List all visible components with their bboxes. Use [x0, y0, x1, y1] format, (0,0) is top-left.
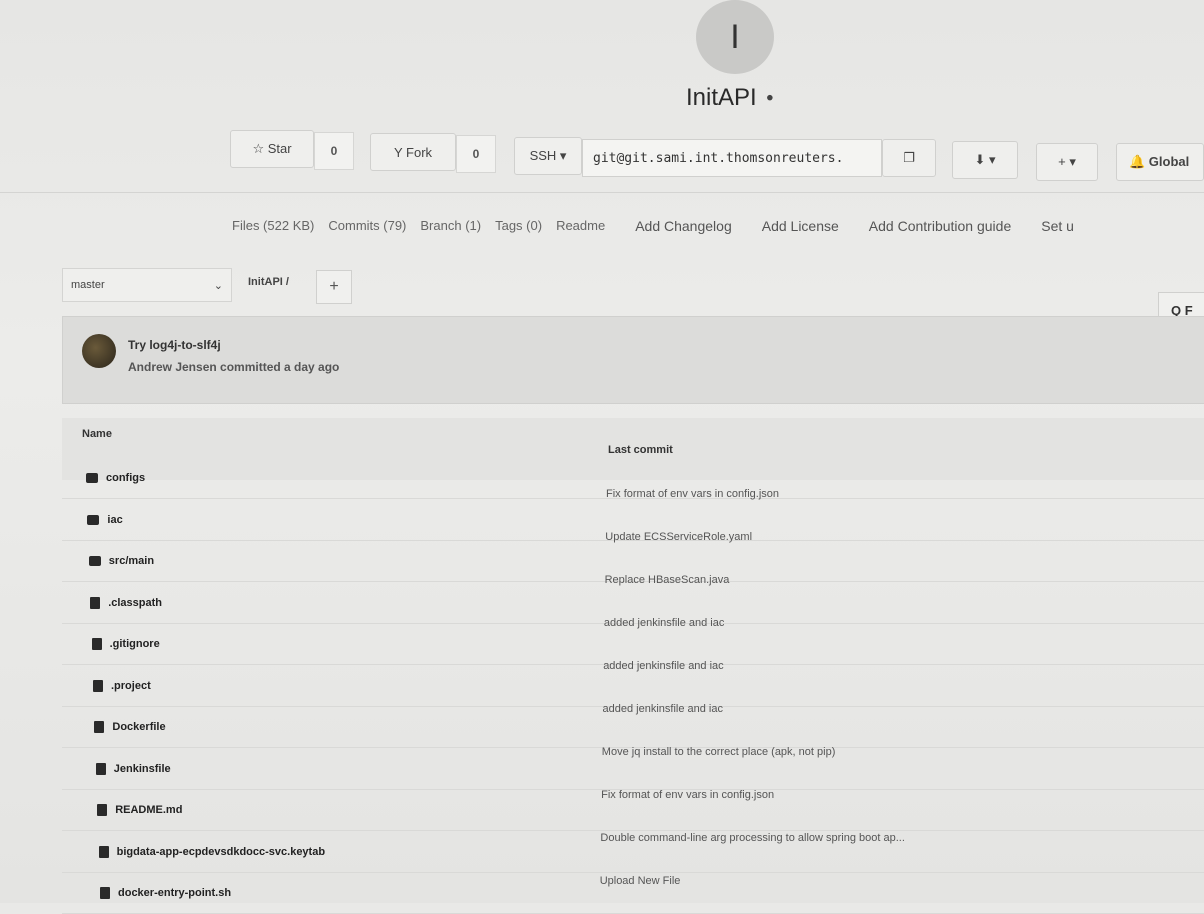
- column-header-name: Name: [82, 428, 112, 440]
- protocol-label: SSH ▾: [529, 148, 567, 163]
- file-name-link[interactable]: src/main: [88, 555, 155, 567]
- file-icon: [98, 845, 109, 858]
- project-avatar-letter: I: [730, 17, 740, 56]
- tab-tags[interactable]: Tags (0): [495, 218, 542, 234]
- bell-icon: 🔔 Global: [1129, 154, 1190, 169]
- last-commit-link[interactable]: added jenkinsfile and iac: [603, 703, 723, 715]
- file-name-link[interactable]: iac: [87, 513, 123, 526]
- clone-url-input[interactable]: git@git.sami.int.thomsonreuters.: [582, 139, 882, 177]
- file-name-link[interactable]: Dockerfile: [94, 721, 166, 733]
- file-name: README.md: [115, 804, 183, 816]
- add-dropdown[interactable]: + ▾: [1036, 143, 1098, 181]
- fork-label: Y Fork: [393, 144, 433, 160]
- add-file-button[interactable]: +: [316, 270, 352, 304]
- download-icon: ⬇ ▾: [974, 152, 996, 167]
- file-name-link[interactable]: Jenkinsfile: [95, 762, 171, 775]
- star-count-value: 0: [330, 144, 338, 158]
- notification-dropdown[interactable]: 🔔 Global: [1116, 143, 1204, 181]
- file-name: configs: [106, 472, 146, 484]
- fork-count[interactable]: 0: [456, 135, 496, 173]
- project-title: InitAPI ⚫: [686, 84, 775, 112]
- file-name-link[interactable]: README.md: [97, 804, 182, 816]
- folder-icon: [88, 556, 101, 566]
- file-name-link[interactable]: configs: [86, 472, 145, 484]
- tab-commits[interactable]: Commits (79): [328, 218, 406, 234]
- column-header-last-commit: Last commit: [608, 444, 673, 456]
- clone-url-text: git@git.sami.int.thomsonreuters.: [593, 150, 844, 166]
- file-name: docker-entry-point.sh: [118, 887, 232, 899]
- file-name: Dockerfile: [112, 721, 166, 733]
- copy-url-button[interactable]: ❐: [882, 139, 936, 177]
- lock-icon: ⚫: [764, 91, 775, 105]
- file-icon: [100, 887, 110, 899]
- last-commit-link[interactable]: Fix format of env vars in config.json: [606, 488, 779, 500]
- table-row-divider: [62, 830, 1204, 831]
- star-label: ☆ Star: [252, 141, 292, 156]
- star-count[interactable]: 0: [314, 132, 354, 170]
- last-commit-link[interactable]: Move jq install to the correct place (ap…: [602, 746, 836, 758]
- file-name: iac: [107, 513, 123, 526]
- file-name-link[interactable]: .gitignore: [91, 638, 160, 650]
- last-commit-link[interactable]: Update ECSServiceRole.yaml: [605, 531, 752, 543]
- file-icon: [90, 596, 101, 609]
- last-commit-link[interactable]: added jenkinsfile and iac: [603, 660, 723, 672]
- add-contribution-link[interactable]: Add Contribution guide: [869, 218, 1011, 234]
- set-up-link[interactable]: Set u: [1041, 218, 1074, 234]
- download-dropdown[interactable]: ⬇ ▾: [952, 141, 1018, 179]
- folder-icon: [86, 473, 98, 483]
- last-commit-link[interactable]: Replace HBaseScan.java: [605, 574, 730, 586]
- project-avatar: I: [696, 0, 774, 74]
- project-nav: Files (522 KB) Commits (79) Branch (1) T…: [232, 218, 1074, 234]
- file-name-link[interactable]: .classpath: [90, 596, 162, 609]
- file-name: .classpath: [108, 596, 162, 609]
- last-commit-link[interactable]: Fix format of env vars in config.json: [601, 789, 774, 801]
- file-icon: [95, 762, 106, 775]
- file-icon: [94, 721, 105, 733]
- project-name: InitAPI: [686, 84, 757, 111]
- header-divider: [0, 192, 1204, 193]
- plus-icon: +: [329, 278, 339, 295]
- last-commit-link[interactable]: Double command-line arg processing to al…: [600, 832, 905, 844]
- file-name: .gitignore: [109, 638, 160, 650]
- file-icon: [93, 679, 103, 692]
- file-name-link[interactable]: .project: [93, 679, 151, 692]
- star-button[interactable]: ☆ Star: [230, 130, 314, 168]
- last-commit-link[interactable]: Upload New File: [600, 875, 681, 887]
- file-name: bigdata-app-ecpdevsdkdocc-svc.keytab: [116, 845, 326, 858]
- commit-title[interactable]: Try log4j-to-slf4j: [128, 338, 221, 352]
- add-changelog-link[interactable]: Add Changelog: [635, 218, 732, 234]
- folder-icon: [87, 514, 100, 525]
- fork-button[interactable]: Y Fork: [370, 133, 456, 171]
- copy-icon: ❐: [903, 150, 915, 165]
- fork-count-value: 0: [472, 147, 480, 161]
- file-icon: [91, 638, 102, 650]
- file-name: .project: [111, 679, 151, 692]
- tab-readme[interactable]: Readme: [556, 218, 605, 234]
- file-name-link[interactable]: docker-entry-point.sh: [100, 887, 231, 899]
- file-name-link[interactable]: bigdata-app-ecpdevsdkdocc-svc.keytab: [98, 845, 326, 858]
- file-name: src/main: [108, 555, 155, 567]
- tab-branch[interactable]: Branch (1): [420, 218, 481, 234]
- tab-files[interactable]: Files (522 KB): [232, 218, 314, 234]
- file-icon: [97, 804, 108, 816]
- last-commit-link[interactable]: added jenkinsfile and iac: [604, 617, 724, 629]
- add-license-link[interactable]: Add License: [762, 218, 839, 234]
- protocol-dropdown[interactable]: SSH ▾: [514, 137, 582, 175]
- chevron-down-icon: ⌄: [213, 279, 223, 292]
- branch-dropdown[interactable]: master ⌄: [62, 268, 232, 302]
- file-name: Jenkinsfile: [113, 762, 171, 775]
- project-page: I InitAPI ⚫ ☆ Star 0 Y Fork 0 SSH ▾ git@…: [0, 0, 1204, 914]
- branch-name: master: [71, 279, 105, 291]
- commit-meta: Andrew Jensen committed a day ago: [128, 360, 340, 374]
- plus-icon: + ▾: [1058, 154, 1076, 169]
- breadcrumb[interactable]: InitAPI /: [248, 276, 289, 288]
- table-row-divider: [62, 871, 1204, 873]
- avatar[interactable]: [82, 334, 116, 368]
